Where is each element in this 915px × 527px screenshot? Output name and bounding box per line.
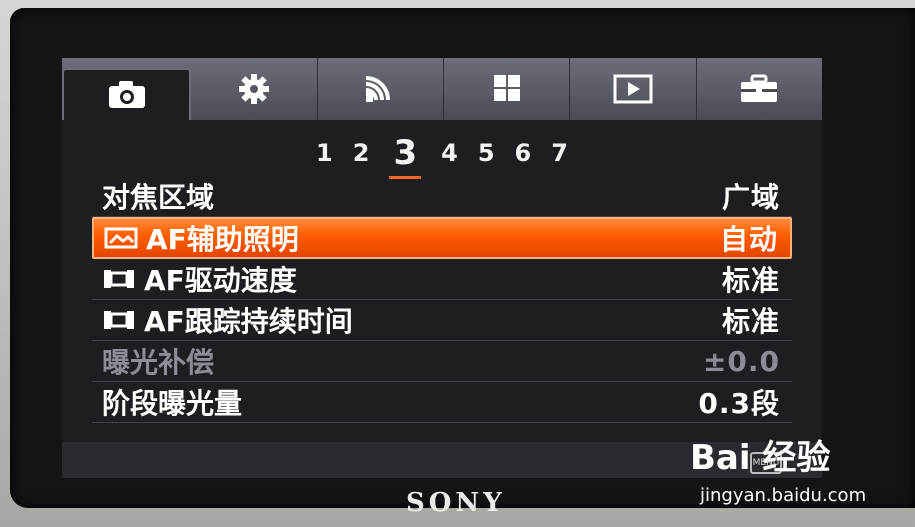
- page-7[interactable]: 7: [551, 139, 568, 167]
- page-6[interactable]: 6: [515, 139, 532, 167]
- page-selector: 1 2 3 4 5 6 7: [62, 130, 822, 179]
- tab-wireless[interactable]: [318, 58, 444, 120]
- tab-applications[interactable]: [444, 58, 571, 120]
- tab-playback[interactable]: [570, 58, 697, 120]
- watermark: Bai 经验 jingyan.baidu.com: [690, 430, 910, 520]
- menu-item-value: 标准: [721, 264, 780, 297]
- menu-item-af-track-sensitivity[interactable]: AF跟踪持续时间 标准: [92, 300, 792, 341]
- menu-tabs: [62, 58, 822, 120]
- menu-item-label: 曝光补偿: [102, 346, 215, 379]
- menu-item-label: AF驱动速度: [144, 264, 297, 297]
- movie-frame-icon: [102, 308, 138, 332]
- menu-item-value: 0.3段: [698, 387, 780, 420]
- watermark-url: jingyan.baidu.com: [700, 485, 867, 506]
- watermark-logo-text: Bai 经验: [690, 438, 831, 478]
- page-2[interactable]: 2: [353, 139, 370, 167]
- gear-icon: [238, 74, 269, 104]
- af-illuminator-icon: [104, 226, 140, 250]
- menu-item-value: 自动: [719, 223, 778, 256]
- menu-item-focus-area[interactable]: 对焦区域 广域: [92, 176, 792, 217]
- menu-item-value: 标准: [721, 305, 780, 338]
- menu-item-exposure-step[interactable]: 阶段曝光量 0.3段: [92, 382, 792, 423]
- brand-logo: SONY: [406, 488, 506, 518]
- menu-item-label: 阶段曝光量: [102, 387, 243, 420]
- page-5[interactable]: 5: [478, 139, 495, 167]
- menu-list: 对焦区域 广域 AF辅助照明 自动 AF驱动速度 标准 AF跟踪持续时间 标准 …: [92, 176, 792, 423]
- menu-item-exposure-comp[interactable]: 曝光补偿 ±0.0: [92, 341, 792, 382]
- page-1[interactable]: 1: [316, 139, 333, 167]
- menu-item-af-illuminator[interactable]: AF辅助照明 自动: [92, 217, 792, 259]
- menu-item-label: 对焦区域: [102, 181, 215, 214]
- wireless-icon: [366, 76, 391, 102]
- camera-icon: [108, 81, 145, 108]
- menu-item-af-drive-speed[interactable]: AF驱动速度 标准: [92, 259, 792, 300]
- tab-custom-settings[interactable]: [191, 58, 318, 120]
- menu-item-value: ±0.0: [702, 344, 780, 378]
- menu-item-label: AF跟踪持续时间: [144, 305, 353, 338]
- watermark-logo: Bai 经验: [690, 430, 910, 479]
- menu-item-label: AF辅助照明: [146, 223, 299, 256]
- movie-frame-icon: [102, 267, 138, 291]
- page-4[interactable]: 4: [441, 139, 458, 167]
- tab-setup[interactable]: [697, 58, 822, 120]
- toolbox-icon: [741, 74, 778, 102]
- menu-item-value: 广域: [721, 181, 780, 214]
- playback-icon: [613, 74, 653, 104]
- lcd-screen: 1 2 3 4 5 6 7 对焦区域 广域 AF辅助照明 自动 AF驱动速度 标…: [62, 58, 822, 478]
- page-3-current[interactable]: 3: [389, 133, 421, 179]
- apps-grid-icon: [493, 75, 520, 101]
- tab-camera-settings[interactable]: [62, 68, 192, 120]
